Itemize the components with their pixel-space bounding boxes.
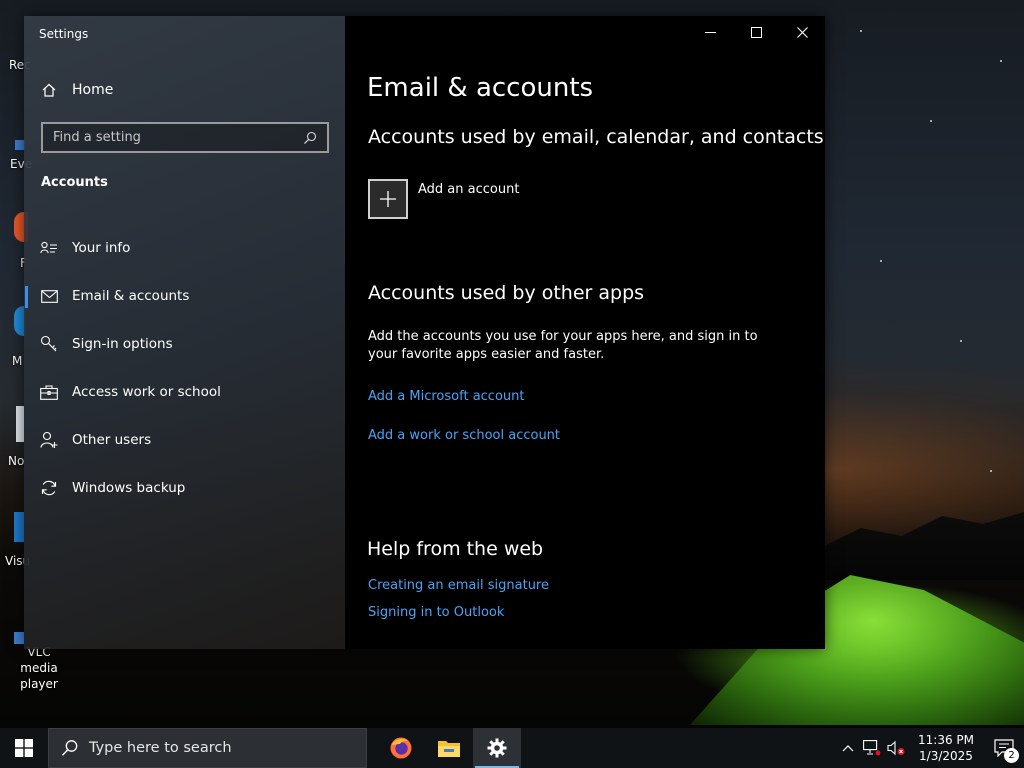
close-button[interactable] xyxy=(779,16,825,48)
volume-button[interactable] xyxy=(884,728,908,768)
desktop-icon-notepad[interactable]: No xyxy=(0,406,24,468)
star xyxy=(860,30,862,32)
add-account-label: Add an account xyxy=(418,182,520,197)
desktop-icon-firefox[interactable]: F xyxy=(0,212,28,270)
sidebar-item-label: Sign-in options xyxy=(72,336,173,352)
person-add-icon xyxy=(40,431,58,449)
apps-section-heading: Accounts used by other apps xyxy=(368,282,645,304)
network-icon xyxy=(863,740,881,756)
star xyxy=(930,120,932,122)
taskbar-search-placeholder: Type here to search xyxy=(89,740,232,756)
desktop-icon-label: No xyxy=(8,454,25,468)
home-button[interactable]: Home xyxy=(40,80,113,100)
star xyxy=(1000,60,1002,62)
taskbar-apps xyxy=(377,728,521,768)
page-title: Email & accounts xyxy=(367,73,594,103)
taskbar: Type here to search 11:36 PM 1/3/2025 2 xyxy=(0,728,1024,768)
settings-content: Email & accounts Accounts used by email,… xyxy=(345,16,825,649)
clock-time: 11:36 PM xyxy=(918,733,974,747)
folder-icon xyxy=(438,741,460,757)
key-icon xyxy=(40,335,58,353)
sidebar-item-sign-in-options[interactable]: Sign-in options xyxy=(24,320,345,368)
section-title: Accounts xyxy=(41,175,108,190)
search-icon[interactable] xyxy=(301,129,319,147)
sidebar-item-your-info[interactable]: Your info xyxy=(24,224,345,272)
search-input[interactable] xyxy=(53,130,301,145)
desktop-icon-label: VLC media player xyxy=(20,645,58,691)
help-link-email-signature[interactable]: Creating an email signature xyxy=(368,578,549,593)
notification-count-badge: 2 xyxy=(1004,748,1019,763)
desktop-icon-vscode[interactable]: Visu xyxy=(0,512,30,568)
minimize-button[interactable] xyxy=(687,16,733,48)
mountain-ridge xyxy=(820,512,1024,580)
action-center-button[interactable]: 2 xyxy=(984,728,1024,768)
user-card-icon xyxy=(40,239,58,257)
shortcut-arrow-icon xyxy=(14,632,24,644)
window-title: Settings xyxy=(39,27,89,41)
sidebar-item-access-work-school[interactable]: Access work or school xyxy=(24,368,345,416)
sidebar-item-label: Access work or school xyxy=(72,384,221,400)
show-hidden-icons-button[interactable] xyxy=(836,728,860,768)
find-setting-search xyxy=(41,122,329,153)
system-tray: 11:36 PM 1/3/2025 2 xyxy=(836,728,1024,768)
desktop-icon-edge[interactable]: M xyxy=(0,306,26,368)
start-button[interactable] xyxy=(0,728,48,768)
star xyxy=(960,340,962,342)
sidebar-item-label: Your info xyxy=(72,240,131,256)
add-account-button[interactable]: Add an account xyxy=(368,179,519,219)
search-icon xyxy=(61,739,79,757)
plus-icon xyxy=(368,179,408,219)
sidebar-item-windows-backup[interactable]: Windows backup xyxy=(24,464,345,512)
sidebar-item-label: Email & accounts xyxy=(72,288,190,304)
minimize-icon xyxy=(704,31,716,33)
settings-window: Settings Home Accounts Your info xyxy=(24,16,825,649)
mail-icon xyxy=(40,287,58,305)
clock[interactable]: 11:36 PM 1/3/2025 xyxy=(912,732,980,764)
sidebar-item-label: Windows backup xyxy=(72,480,186,496)
close-icon xyxy=(796,26,808,38)
desktop-icon-everything[interactable]: Eve xyxy=(0,140,32,171)
help-section-heading: Help from the web xyxy=(367,538,544,560)
star xyxy=(880,260,882,262)
sync-icon xyxy=(40,479,58,497)
settings-nav: Your info Email & accounts Sign-in optio… xyxy=(24,224,345,512)
volume-muted-icon xyxy=(887,740,905,756)
window-controls xyxy=(687,16,825,48)
apps-section-description: Add the accounts you use for your apps h… xyxy=(368,329,758,362)
clock-date: 1/3/2025 xyxy=(919,749,973,763)
sidebar-item-other-users[interactable]: Other users xyxy=(24,416,345,464)
notepad-icon xyxy=(16,406,24,442)
add-work-school-account-link[interactable]: Add a work or school account xyxy=(368,428,560,443)
sidebar-item-label: Other users xyxy=(72,432,152,448)
taskbar-app-file-explorer[interactable] xyxy=(425,728,473,768)
star xyxy=(990,470,992,472)
maximize-icon xyxy=(750,26,762,38)
taskbar-app-settings[interactable] xyxy=(473,728,521,768)
taskbar-app-firefox[interactable] xyxy=(377,728,425,768)
home-label: Home xyxy=(72,82,114,98)
home-icon xyxy=(40,81,58,99)
chevron-up-icon xyxy=(842,745,854,752)
help-link-signing-outlook[interactable]: Signing in to Outlook xyxy=(368,605,504,620)
gear-icon xyxy=(487,738,507,758)
email-section-heading: Accounts used by email, calendar, and co… xyxy=(368,126,824,148)
sidebar-item-email-accounts[interactable]: Email & accounts xyxy=(24,272,345,320)
network-button[interactable] xyxy=(860,728,884,768)
taskbar-search-box[interactable]: Type here to search xyxy=(48,728,367,768)
windows-logo-icon xyxy=(15,739,33,757)
briefcase-icon xyxy=(40,383,58,401)
maximize-button[interactable] xyxy=(733,16,779,48)
settings-sidebar: Settings Home Accounts Your info xyxy=(24,16,345,649)
vscode-icon xyxy=(14,512,24,542)
add-microsoft-account-link[interactable]: Add a Microsoft account xyxy=(368,389,524,404)
firefox-icon xyxy=(390,737,412,759)
desktop-icon-label: M xyxy=(12,354,23,368)
